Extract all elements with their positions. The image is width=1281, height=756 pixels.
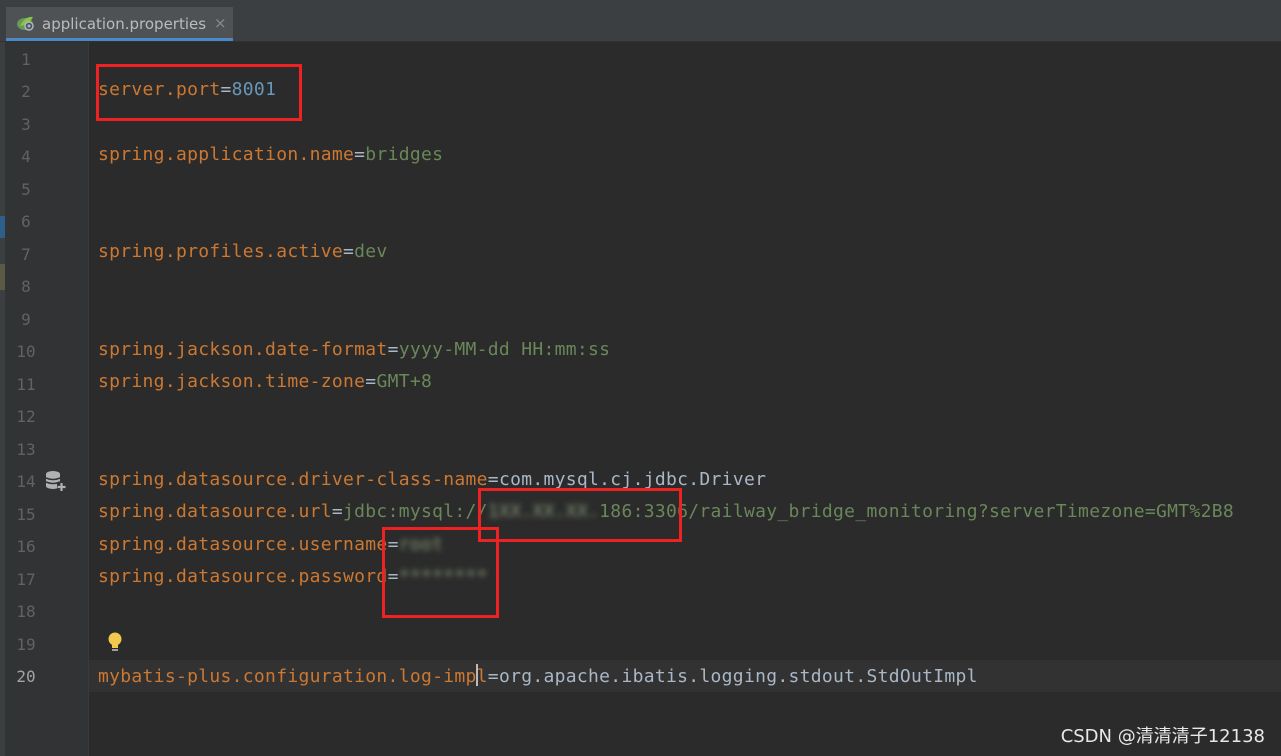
tab-label: application.properties bbox=[42, 15, 207, 33]
property-key: spring.jackson.date-format bbox=[98, 339, 388, 360]
code-line-4[interactable]: spring.application.name=bridges bbox=[98, 144, 443, 165]
line-number: 8 bbox=[21, 277, 31, 296]
line-number: 3 bbox=[21, 115, 31, 134]
annotation-box-port bbox=[96, 64, 302, 121]
property-key: spring.datasource.username bbox=[98, 534, 388, 555]
ide-window: application.properties × 1 2 3 4 5 6 7 8… bbox=[0, 0, 1281, 756]
property-value-prefix: jdbc:mysql:// bbox=[343, 501, 488, 522]
property-key: spring.datasource.password bbox=[98, 566, 388, 587]
line-number: 15 bbox=[16, 505, 36, 524]
line-number: 12 bbox=[16, 407, 36, 426]
line-number-current: 20 bbox=[16, 667, 36, 686]
line-number: 4 bbox=[21, 147, 31, 166]
line-number-gutter: 1 2 3 4 5 6 7 8 9 10 11 12 13 14 15 16 1… bbox=[5, 42, 89, 756]
tab-application-properties[interactable]: application.properties × bbox=[6, 7, 233, 41]
line-number: 17 bbox=[16, 570, 36, 589]
equals-sign: = bbox=[354, 144, 366, 165]
annotation-box-credentials bbox=[382, 527, 499, 618]
line-number: 11 bbox=[16, 375, 36, 394]
line-number: 2 bbox=[21, 82, 31, 101]
line-number: 14 bbox=[16, 472, 36, 491]
code-line-20[interactable]: mybatis-plus.configuration.log-impl=org.… bbox=[98, 664, 978, 687]
code-line-14[interactable]: spring.datasource.driver-class-name=com.… bbox=[98, 469, 766, 490]
annotation-box-host bbox=[478, 488, 682, 542]
property-value: GMT+8 bbox=[376, 371, 433, 392]
property-key: spring.jackson.time-zone bbox=[98, 371, 366, 392]
line-number: 6 bbox=[21, 212, 31, 231]
property-value: com.mysql.cj.jdbc.Driver bbox=[498, 469, 767, 490]
property-value: dev bbox=[354, 241, 388, 262]
equals-sign: = bbox=[343, 241, 355, 262]
property-value: org.apache.ibatis.logging.stdout.StdOutI… bbox=[498, 666, 978, 687]
line-number: 5 bbox=[21, 180, 31, 199]
line-number: 10 bbox=[16, 342, 36, 361]
property-key: spring.datasource.url bbox=[98, 501, 332, 522]
equals-sign: = bbox=[487, 469, 499, 490]
line-number: 18 bbox=[16, 602, 36, 621]
line-number: 16 bbox=[16, 537, 36, 556]
close-icon[interactable]: × bbox=[214, 14, 227, 32]
code-line-10[interactable]: spring.jackson.date-format=yyyy-MM-dd HH… bbox=[98, 339, 610, 360]
code-line-7[interactable]: spring.profiles.active=dev bbox=[98, 241, 388, 262]
watermark: CSDN @清清清子12138 bbox=[1060, 726, 1265, 747]
line-number: 13 bbox=[16, 440, 36, 459]
property-key: spring.application.name bbox=[98, 144, 355, 165]
equals-sign: = bbox=[387, 339, 399, 360]
line-number: 9 bbox=[21, 310, 31, 329]
equals-sign: = bbox=[487, 666, 499, 687]
line-number: 1 bbox=[21, 50, 31, 69]
property-key: mybatis-plus.configuration.log-imp bbox=[98, 666, 477, 687]
equals-sign: = bbox=[331, 501, 344, 522]
property-value: yyyy-MM-dd HH:mm:ss bbox=[398, 339, 611, 360]
equals-sign: = bbox=[365, 371, 377, 392]
property-key: spring.profiles.active bbox=[98, 241, 344, 262]
property-value-suffix: 186:3306/railway_bridge_monitoring?serve… bbox=[599, 501, 1234, 522]
property-value: bridges bbox=[365, 144, 444, 165]
lightbulb-icon[interactable] bbox=[106, 631, 124, 653]
editor-tab-bar: application.properties × bbox=[0, 0, 1281, 42]
line-number: 7 bbox=[21, 245, 31, 264]
database-add-icon[interactable] bbox=[44, 470, 66, 492]
line-number: 19 bbox=[16, 635, 36, 654]
property-key: spring.datasource.driver-class-name bbox=[98, 469, 488, 490]
spring-properties-icon bbox=[17, 16, 34, 31]
property-key-tail: l bbox=[476, 666, 488, 687]
code-line-11[interactable]: spring.jackson.time-zone=GMT+8 bbox=[98, 371, 432, 392]
